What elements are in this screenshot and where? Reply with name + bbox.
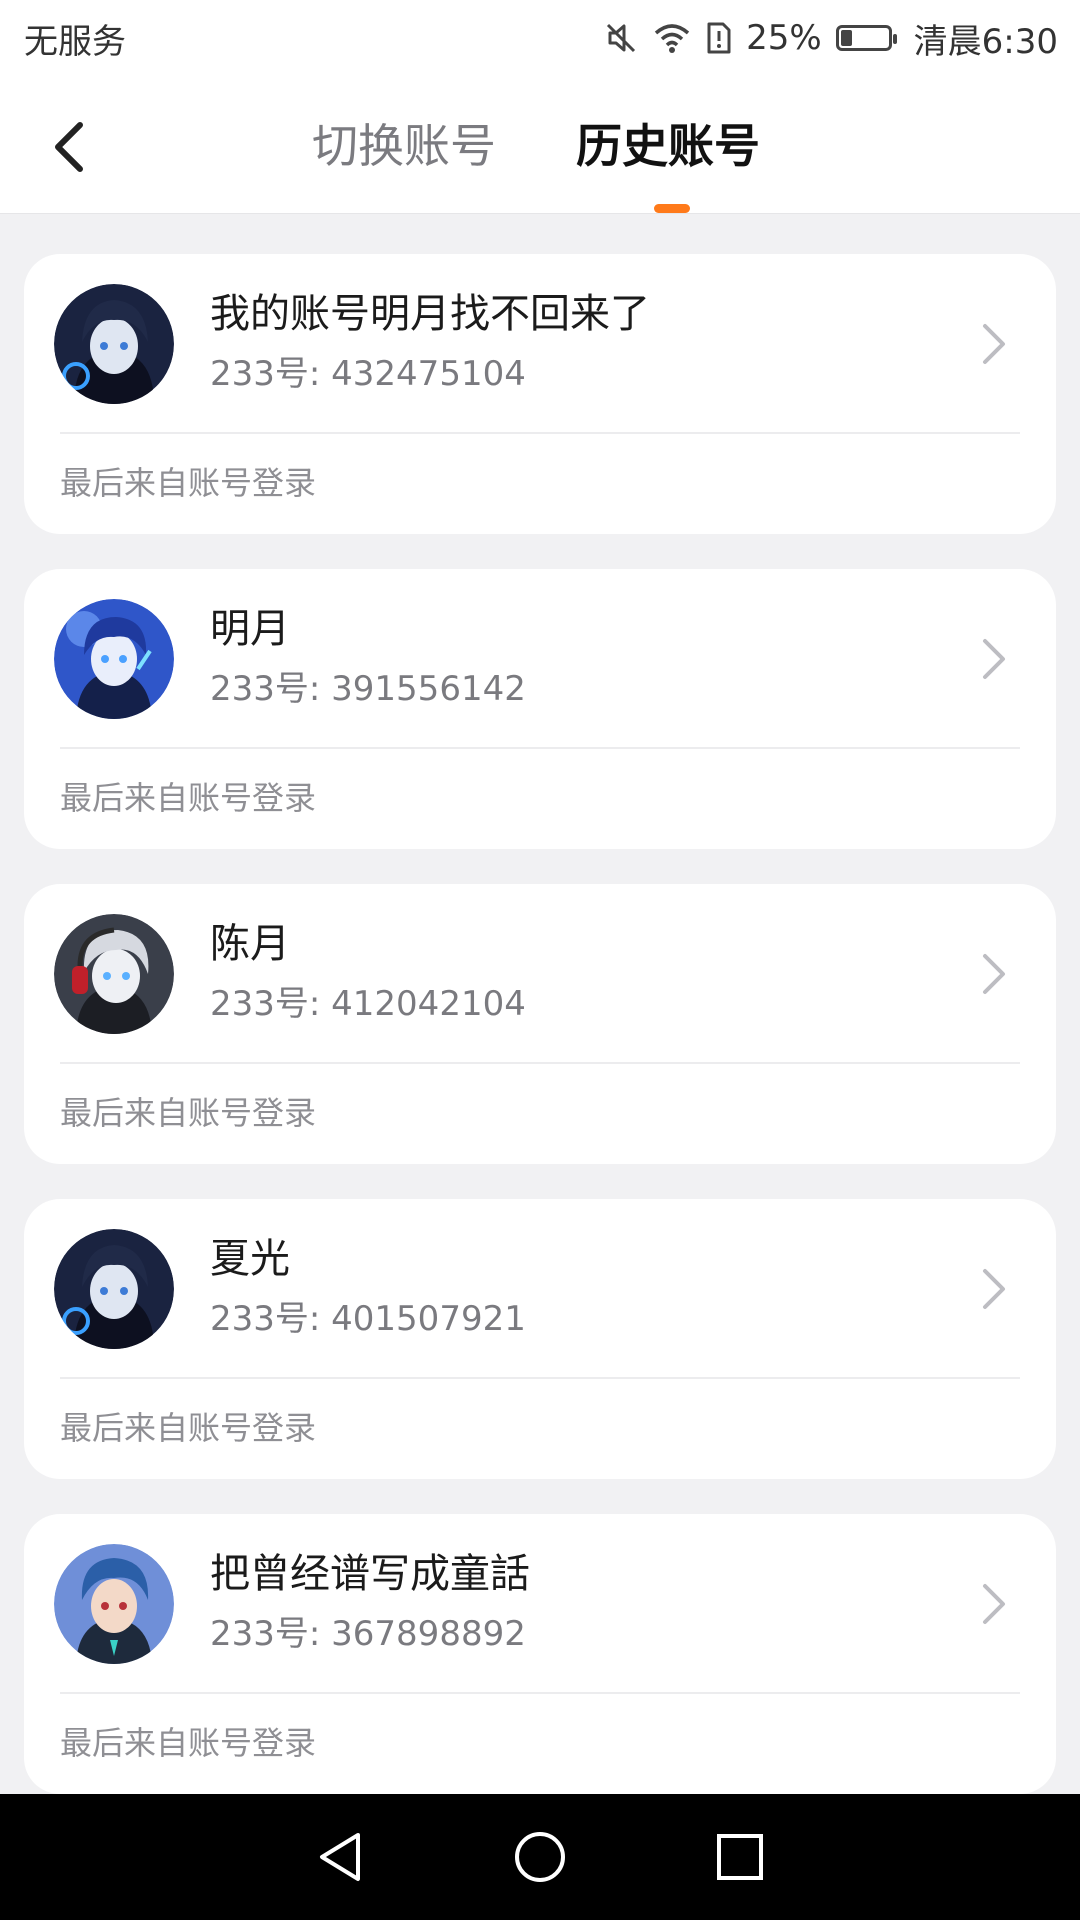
login-source-text: 最后来自账号登录 (60, 779, 317, 817)
login-source-text: 最后来自账号登录 (60, 1094, 317, 1132)
avatar (54, 284, 174, 404)
account-name: 把曾经谱写成童話 (210, 1551, 530, 1597)
avatar (54, 599, 174, 719)
avatar (54, 914, 174, 1034)
account-id: 233号: 367898892 (210, 1614, 526, 1654)
account-id: 233号: 412042104 (210, 984, 526, 1024)
chevron-right-icon (974, 946, 1014, 1002)
account-card[interactable]: 把曾经谱写成童話 233号: 367898892 最后来自账号登录 (24, 1514, 1056, 1794)
account-name: 夏光 (210, 1236, 290, 1282)
login-source-text: 最后来自账号登录 (60, 1724, 317, 1762)
chevron-right-icon (974, 1261, 1014, 1317)
avatar (54, 1229, 174, 1349)
account-id: 233号: 401507921 (210, 1299, 526, 1339)
login-source-text: 最后来自账号登录 (60, 464, 317, 502)
account-id: 233号: 391556142 (210, 669, 526, 709)
status-bar: 无服务 25% 清晨6:30 (0, 0, 1080, 76)
tab-switch-account[interactable]: 切换账号 (312, 116, 496, 176)
back-triangle-icon[interactable] (300, 1817, 380, 1897)
chevron-left-icon (55, 122, 83, 172)
account-card[interactable]: 我的账号明月找不回来了 233号: 432475104 最后来自账号登录 (24, 254, 1056, 534)
mute-icon (604, 21, 638, 55)
header: 切换账号 历史账号 (0, 76, 1080, 214)
account-name: 陈月 (210, 921, 290, 967)
active-tab-indicator (654, 204, 690, 213)
chevron-right-icon (974, 631, 1014, 687)
account-name: 明月 (210, 606, 290, 652)
divider (60, 747, 1020, 749)
chevron-right-icon (974, 316, 1014, 372)
system-nav-bar (0, 1794, 1080, 1920)
login-source-text: 最后来自账号登录 (60, 1409, 317, 1447)
chevron-right-icon (974, 1576, 1014, 1632)
time-text: 清晨6:30 (913, 21, 1058, 62)
back-button[interactable] (40, 112, 100, 182)
account-card[interactable]: 明月 233号: 391556142 最后来自账号登录 (24, 569, 1056, 849)
status-icons: 25% 清晨6:30 (604, 14, 1058, 63)
battery-percent-text: 25% (746, 18, 822, 58)
carrier-text: 无服务 (24, 21, 126, 62)
tab-history-account[interactable]: 历史账号 (576, 116, 760, 176)
divider (60, 1377, 1020, 1379)
home-circle-icon[interactable] (500, 1817, 580, 1897)
account-id: 233号: 432475104 (210, 354, 526, 394)
battery-icon (835, 25, 897, 51)
divider (60, 432, 1020, 434)
wifi-icon (652, 21, 692, 55)
battery-fill (840, 30, 853, 46)
divider (60, 1062, 1020, 1064)
account-card[interactable]: 陈月 233号: 412042104 最后来自账号登录 (24, 884, 1056, 1164)
account-list: 我的账号明月找不回来了 233号: 432475104 最后来自账号登录 明月 … (0, 214, 1080, 1794)
avatar (54, 1544, 174, 1664)
recents-square-icon[interactable] (700, 1817, 780, 1897)
sim-alert-icon (706, 21, 732, 55)
divider (60, 1692, 1020, 1694)
account-card[interactable]: 夏光 233号: 401507921 最后来自账号登录 (24, 1199, 1056, 1479)
account-name: 我的账号明月找不回来了 (210, 291, 650, 337)
